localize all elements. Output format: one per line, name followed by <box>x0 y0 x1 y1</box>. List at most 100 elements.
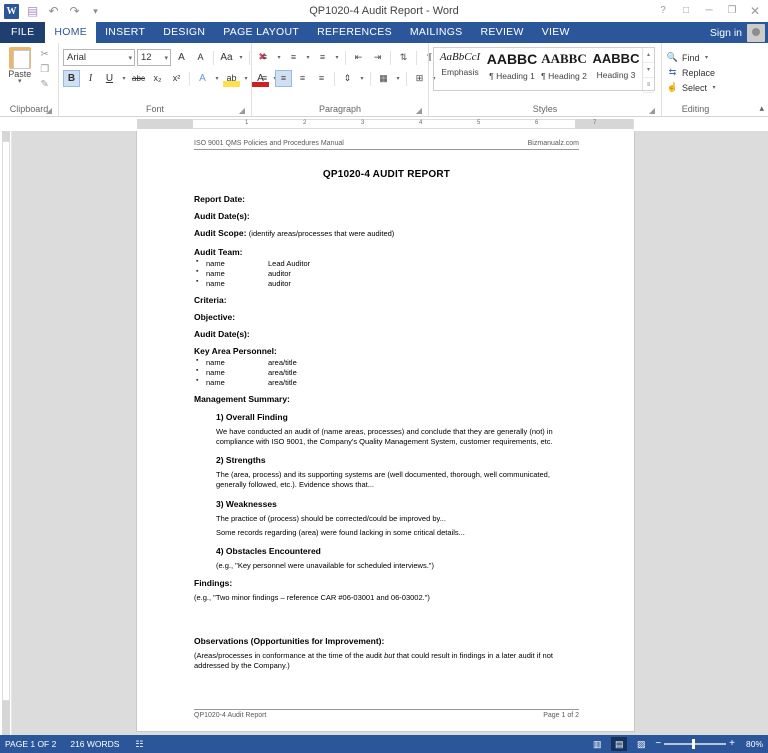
cut-icon[interactable]: ✂ <box>35 47 54 62</box>
underline-caret-icon[interactable]: ▾ <box>120 75 128 82</box>
replace-button[interactable]: ⇆ Replace <box>666 65 715 80</box>
align-left-icon[interactable]: ≡ <box>256 70 273 87</box>
zoom-slider[interactable]: − + <box>655 739 735 749</box>
page-indicator[interactable]: PAGE 1 OF 2 <box>5 739 56 749</box>
change-case-icon[interactable]: Aa <box>218 49 235 66</box>
numbering-caret-icon[interactable]: ▾ <box>304 54 312 61</box>
text-effects-icon[interactable]: A <box>194 70 211 87</box>
underline-button[interactable]: U <box>101 70 118 87</box>
shrink-font-icon[interactable]: A <box>192 49 209 66</box>
select-button[interactable]: ☝ Select ▾ <box>666 80 718 95</box>
customize-qat-icon[interactable]: ▾ <box>88 4 103 19</box>
tab-view[interactable]: VIEW <box>533 22 579 43</box>
document-body[interactable]: Report Date: Audit Date(s): Audit Scope:… <box>194 187 579 671</box>
borders-icon[interactable]: ⊞ <box>411 70 428 87</box>
collapse-ribbon-icon[interactable]: ▴ <box>759 103 764 114</box>
restore-button[interactable]: ❐ <box>721 2 743 20</box>
word-logo-icon[interactable]: W <box>4 4 19 19</box>
bullets-caret-icon[interactable]: ▾ <box>275 54 283 61</box>
text-effects-caret-icon[interactable]: ▾ <box>213 75 221 82</box>
tab-design[interactable]: DESIGN <box>154 22 214 43</box>
format-painter-icon[interactable]: ✎ <box>35 77 54 92</box>
proofing-status-icon[interactable]: ☷ <box>133 738 145 750</box>
web-layout-button[interactable]: ▨ <box>633 737 649 751</box>
numbering-icon[interactable]: ≡ <box>285 49 302 66</box>
zoom-thumb[interactable] <box>692 739 695 749</box>
clipboard-dialog-launcher-icon[interactable]: ◢ <box>46 104 52 117</box>
multilevel-list-icon[interactable]: ≡ <box>314 49 331 66</box>
paste-button[interactable]: Paste ▾ <box>4 45 35 85</box>
zoom-out-button[interactable]: − <box>655 739 661 749</box>
sign-in-link[interactable]: Sign in <box>710 24 742 42</box>
bullets-icon[interactable]: ≡ <box>256 49 273 66</box>
zoom-level[interactable]: 80% <box>741 739 763 749</box>
ribbon-display-options-button[interactable]: □ <box>675 2 697 20</box>
tab-page-layout[interactable]: PAGE LAYOUT <box>214 22 308 43</box>
styles-dialog-launcher-icon[interactable]: ◢ <box>649 104 655 117</box>
bold-button[interactable]: B <box>63 70 80 87</box>
style-heading-2-label: ¶ Heading 2 <box>538 71 590 81</box>
ribbon-group-paragraph: ≡ ▾ ≡ ▾ ≡ ▾ ⇤ ⇥ ⇅ ¶ ≡ ≡ ≡ ≡ ⇕ ▾ ▦ ▾ ⊞ ▾ … <box>251 43 428 116</box>
italic-button[interactable]: I <box>82 70 99 87</box>
multilevel-list-caret-icon[interactable]: ▾ <box>333 54 341 61</box>
styles-scroll-up-icon[interactable]: ▴ <box>643 48 654 63</box>
paragraph-dialog-launcher-icon[interactable]: ◢ <box>416 104 422 117</box>
paste-caret-icon[interactable]: ▾ <box>4 79 35 85</box>
redo-icon[interactable]: ↷ <box>67 4 82 19</box>
font-name-combo[interactable]: Arial ▾ <box>63 49 135 66</box>
strikethrough-button[interactable]: abc <box>130 70 147 87</box>
change-case-caret-icon[interactable]: ▾ <box>237 54 245 61</box>
highlight-icon[interactable]: ab <box>223 70 240 87</box>
undo-icon[interactable]: ↶ <box>46 4 61 19</box>
tab-mailings[interactable]: MAILINGS <box>401 22 472 43</box>
document-page[interactable]: ISO 9001 QMS Policies and Procedures Man… <box>137 131 634 731</box>
style-heading-1[interactable]: AABBC ¶ Heading 1 <box>486 48 538 90</box>
style-heading-2[interactable]: AABBC ¶ Heading 2 <box>538 48 590 90</box>
tab-insert[interactable]: INSERT <box>96 22 154 43</box>
zoom-in-button[interactable]: + <box>729 739 735 749</box>
observations-text: (Areas/processes in conformance at the t… <box>194 651 579 671</box>
read-mode-button[interactable]: ▥ <box>589 737 605 751</box>
decrease-indent-icon[interactable]: ⇤ <box>350 49 367 66</box>
shading-icon[interactable]: ▦ <box>375 70 392 87</box>
print-layout-button[interactable]: ▤ <box>611 737 627 751</box>
font-name-caret-icon[interactable]: ▾ <box>128 54 132 62</box>
highlight-caret-icon[interactable]: ▾ <box>242 75 250 82</box>
align-right-icon[interactable]: ≡ <box>294 70 311 87</box>
line-spacing-caret-icon[interactable]: ▾ <box>358 75 366 82</box>
sort-icon[interactable]: ⇅ <box>395 49 412 66</box>
font-size-combo[interactable]: 12 ▾ <box>137 49 171 66</box>
find-button[interactable]: 🔍 Find ▾ <box>666 50 711 65</box>
line-spacing-icon[interactable]: ⇕ <box>339 70 356 87</box>
style-heading-3[interactable]: AABBC Heading 3 <box>590 48 642 90</box>
close-button[interactable]: ✕ <box>744 2 766 20</box>
document-area[interactable]: ISO 9001 QMS Policies and Procedures Man… <box>0 131 768 735</box>
zoom-track[interactable] <box>664 743 726 745</box>
styles-more-icon[interactable]: ≡ <box>643 78 654 93</box>
tab-file[interactable]: FILE <box>0 22 45 43</box>
minimize-button[interactable]: ─ <box>698 2 720 20</box>
styles-scroll-down-icon[interactable]: ▾ <box>643 63 654 78</box>
word-count[interactable]: 216 WORDS <box>70 739 119 749</box>
shading-caret-icon[interactable]: ▾ <box>394 75 402 82</box>
help-button[interactable]: ? <box>652 2 674 20</box>
grow-font-icon[interactable]: A <box>173 49 190 66</box>
key-personnel-name-0: name <box>206 358 268 367</box>
horizontal-ruler[interactable]: 1 2 3 4 5 6 7 <box>137 119 634 129</box>
subscript-button[interactable]: x₂ <box>149 70 166 87</box>
tab-review[interactable]: REVIEW <box>471 22 532 43</box>
increase-indent-icon[interactable]: ⇥ <box>369 49 386 66</box>
tab-references[interactable]: REFERENCES <box>308 22 401 43</box>
justify-icon[interactable]: ≡ <box>313 70 330 87</box>
select-caret-icon[interactable]: ▾ <box>710 84 718 91</box>
style-emphasis[interactable]: AaBbCcI Emphasis <box>434 48 486 90</box>
align-center-icon[interactable]: ≡ <box>275 70 292 87</box>
copy-icon[interactable]: ❐ <box>35 62 54 77</box>
find-caret-icon[interactable]: ▾ <box>703 54 711 61</box>
account-avatar-icon[interactable] <box>747 24 765 42</box>
tab-home[interactable]: HOME <box>45 22 96 43</box>
font-size-caret-icon[interactable]: ▾ <box>164 54 168 62</box>
superscript-button[interactable]: x² <box>168 70 185 87</box>
save-icon[interactable]: ▤ <box>25 4 40 19</box>
font-dialog-launcher-icon[interactable]: ◢ <box>239 104 245 117</box>
